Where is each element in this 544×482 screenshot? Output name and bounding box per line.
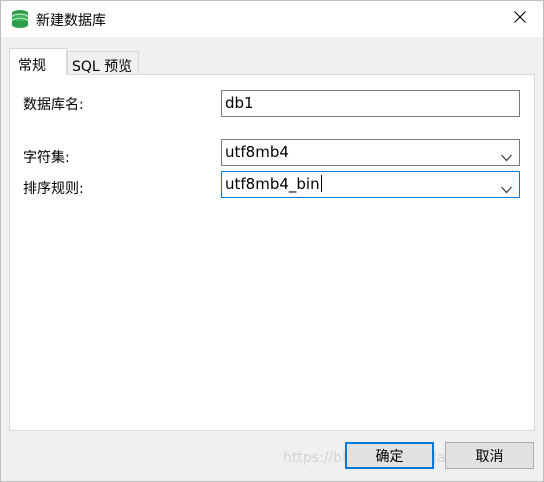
collation-value: utf8mb4_bin	[225, 175, 320, 193]
title-bar[interactable]: 新建数据库	[1, 1, 543, 37]
general-tab-panel	[9, 74, 535, 431]
tab-general[interactable]: 常规	[9, 48, 67, 75]
collation-select[interactable]: utf8mb4_bin	[221, 171, 520, 198]
close-button[interactable]	[497, 1, 543, 37]
chevron-down-icon[interactable]	[501, 180, 512, 194]
database-icon	[11, 9, 29, 29]
charset-select[interactable]: utf8mb4	[221, 139, 520, 166]
charset-label: 字符集:	[23, 150, 70, 166]
cancel-button[interactable]: 取消	[445, 442, 534, 469]
text-caret	[320, 175, 322, 192]
db-name-label: 数据库名:	[23, 97, 84, 113]
db-name-input[interactable]: db1	[221, 90, 520, 117]
chevron-down-icon[interactable]	[501, 148, 512, 162]
charset-value: utf8mb4	[225, 143, 289, 161]
collation-label: 排序规则:	[23, 181, 84, 197]
close-icon[interactable]	[514, 11, 526, 27]
db-name-value: db1	[225, 94, 254, 112]
new-database-dialog: 新建数据库 常规 SQL 预览 数据库名: db1 字符集: utf8mb4 排…	[0, 0, 544, 482]
dialog-title: 新建数据库	[36, 13, 106, 29]
ok-button[interactable]: 确定	[345, 442, 434, 469]
tab-sql-preview[interactable]: SQL 预览	[67, 51, 139, 75]
